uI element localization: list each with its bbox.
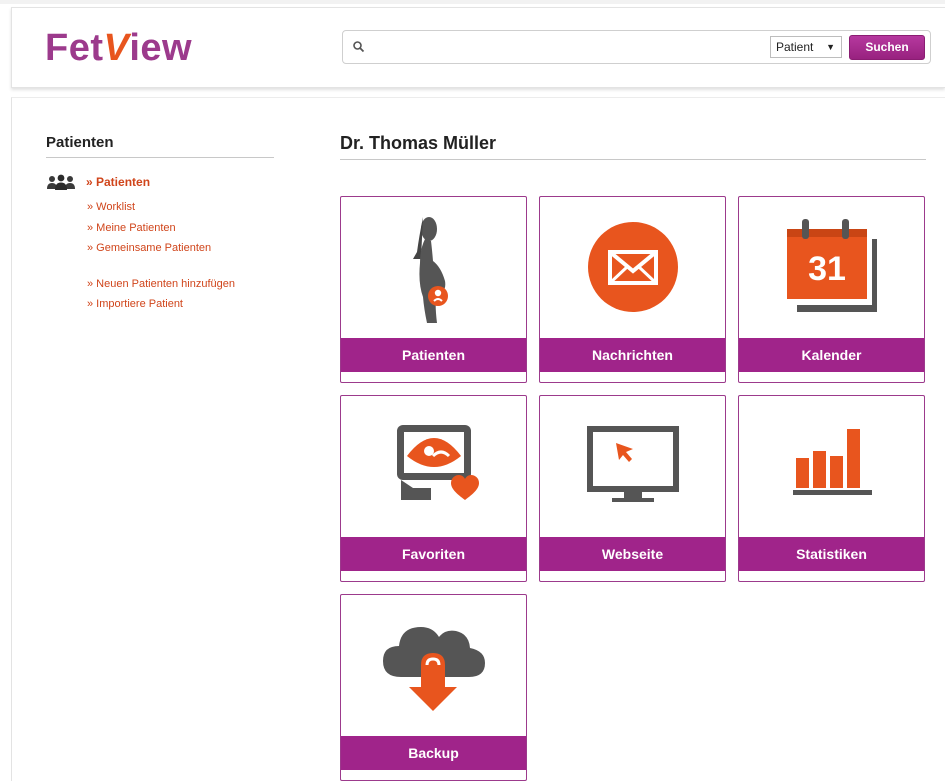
chevron-down-icon: ▼ bbox=[826, 42, 835, 52]
sidebar-item-meine-patienten[interactable]: » Meine Patienten bbox=[87, 222, 176, 234]
tile-label: Favoriten bbox=[341, 537, 526, 571]
search-box: Patient ▼ Suchen bbox=[342, 30, 931, 64]
tile-label: Statistiken bbox=[739, 537, 924, 571]
tile-label: Webseite bbox=[540, 537, 725, 571]
sidebar-item-import-patient[interactable]: » Importiere Patient bbox=[87, 298, 183, 310]
cloud-download-icon bbox=[383, 627, 485, 711]
tile-favoriten[interactable]: Favoriten bbox=[340, 395, 527, 582]
logo-part-fet: Fet bbox=[45, 27, 104, 69]
tile-webseite[interactable]: Webseite bbox=[539, 395, 726, 582]
fetview-logo[interactable]: FetView bbox=[45, 27, 192, 69]
patients-group-icon bbox=[47, 174, 75, 190]
calendar-icon: 31 bbox=[787, 219, 877, 312]
search-input[interactable] bbox=[373, 36, 767, 60]
tile-nachrichten[interactable]: Nachrichten bbox=[539, 196, 726, 383]
tile-statistiken[interactable]: Statistiken bbox=[738, 395, 925, 582]
search-scope-select[interactable]: Patient ▼ bbox=[770, 36, 842, 58]
sidebar-item-gemeinsame-patienten[interactable]: » Gemeinsame Patienten bbox=[87, 242, 211, 254]
logo-part-iew: iew bbox=[129, 27, 193, 69]
search-scope-value: Patient bbox=[776, 40, 814, 54]
envelope-icon bbox=[588, 222, 678, 312]
search-button[interactable]: Suchen bbox=[849, 35, 925, 60]
monitor-cursor-icon bbox=[587, 426, 679, 502]
tile-label: Backup bbox=[341, 736, 526, 770]
tile-kalender[interactable]: 31 Kalender bbox=[738, 196, 925, 383]
sidebar-title: Patienten bbox=[46, 134, 274, 158]
tile-label: Nachrichten bbox=[540, 338, 725, 372]
sidebar-item-worklist[interactable]: » Worklist bbox=[87, 201, 135, 213]
tile-label: Kalender bbox=[739, 338, 924, 372]
header: FetView Patient ▼ Suchen bbox=[11, 7, 945, 88]
top-strip bbox=[0, 0, 945, 4]
tile-label: Patienten bbox=[341, 338, 526, 372]
page-title: Dr. Thomas Müller bbox=[340, 133, 926, 160]
calendar-badge: 31 bbox=[808, 250, 846, 288]
tile-patienten[interactable]: Patienten bbox=[340, 196, 527, 383]
search-icon bbox=[353, 41, 365, 53]
sidebar-item-patienten[interactable]: » Patienten bbox=[86, 175, 150, 189]
tile-backup[interactable]: Backup bbox=[340, 594, 527, 781]
sidebar-item-add-patient[interactable]: » Neuen Patienten hinzufügen bbox=[87, 278, 235, 290]
bar-chart-icon bbox=[793, 429, 872, 495]
favorite-ultrasound-icon bbox=[397, 425, 479, 500]
pregnant-woman-icon bbox=[413, 217, 448, 323]
logo-part-v: V bbox=[103, 27, 130, 69]
